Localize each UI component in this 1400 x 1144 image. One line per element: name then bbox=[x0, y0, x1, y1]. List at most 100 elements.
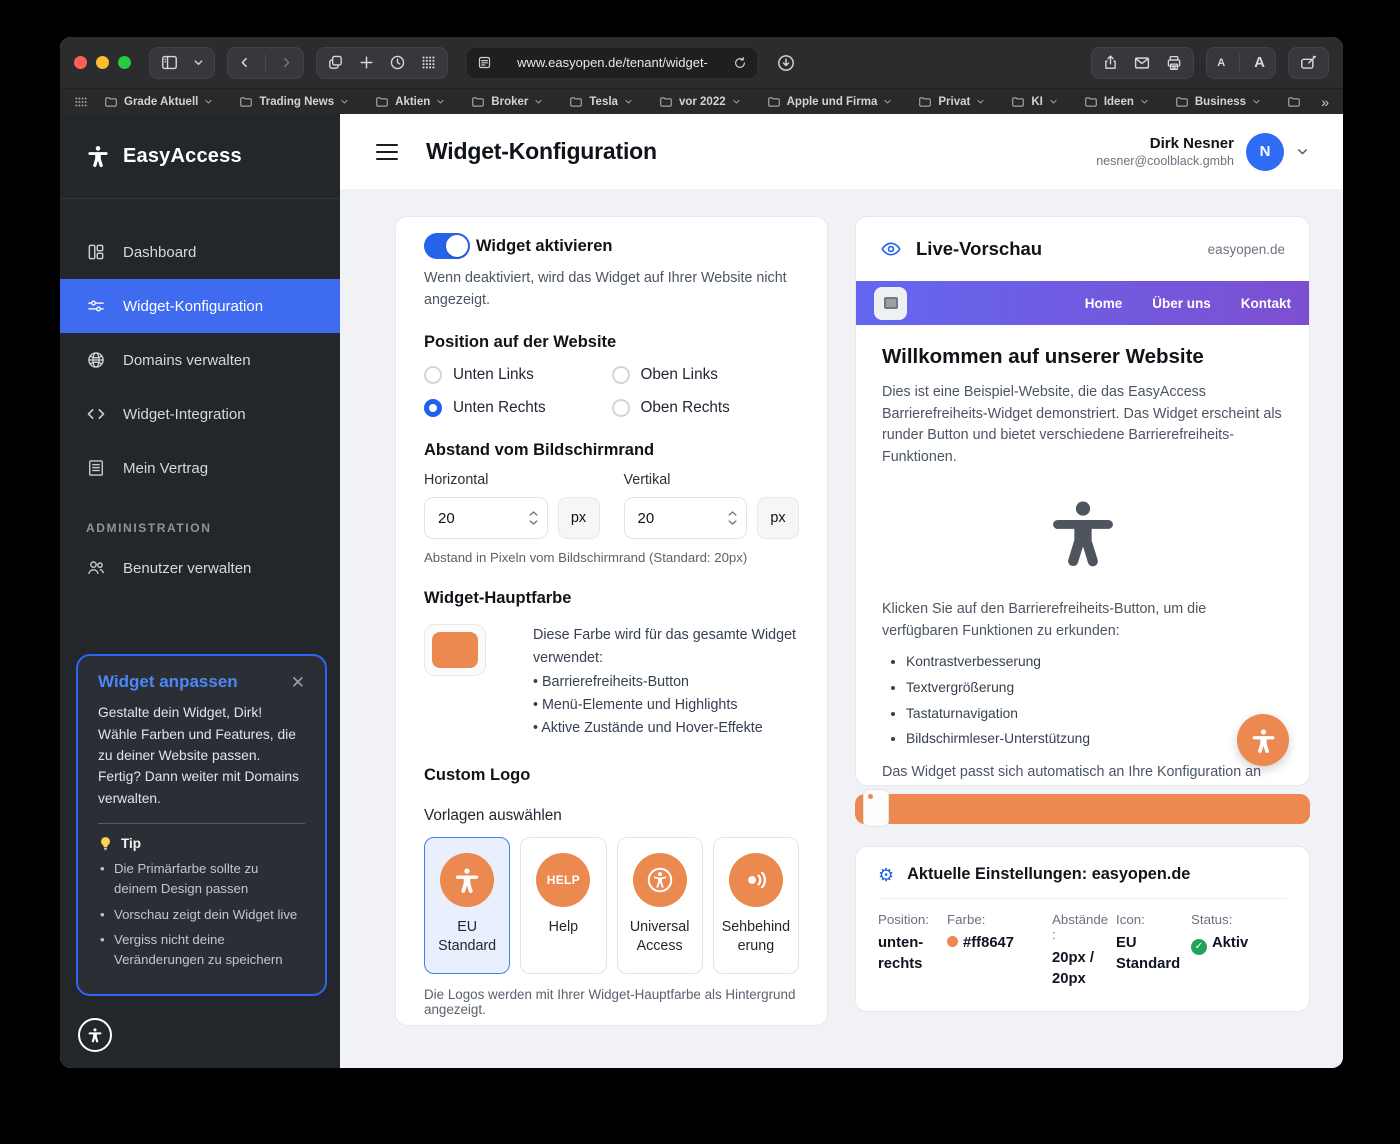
mail-icon[interactable] bbox=[1133, 54, 1151, 72]
print-icon[interactable] bbox=[1165, 54, 1183, 72]
brand: EasyAccess bbox=[60, 114, 340, 199]
sidebar-item-benutzer-verwalten[interactable]: Benutzer verwalten bbox=[60, 541, 340, 595]
share-tools-group bbox=[1091, 47, 1194, 79]
tip-item: Vorschau zeigt dein Widget live bbox=[98, 905, 305, 925]
template-sehbehinderung[interactable]: Sehbehinderung bbox=[713, 837, 799, 974]
user-name: Dirk Nesner bbox=[1096, 135, 1234, 152]
preview-accessibility-button[interactable] bbox=[1237, 714, 1289, 766]
widget-anpassen-popup: Widget anpassen ✕ Gestalte dein Widget, … bbox=[76, 654, 327, 996]
tip-item: Die Primärfarbe sollte zu deinem Design … bbox=[98, 859, 305, 899]
hamburger-menu-icon[interactable] bbox=[376, 144, 398, 160]
distance-section-title: Abstand vom Bildschirmrand bbox=[424, 441, 799, 460]
tab-group-chevron-icon[interactable] bbox=[193, 57, 204, 68]
bookmark-item[interactable]: Ideen bbox=[1084, 95, 1149, 109]
sidebar-item-widget-konfiguration[interactable]: Widget-Konfiguration bbox=[60, 279, 340, 333]
address-bar[interactable]: www.easyopen.de/tenant/widget- bbox=[466, 47, 758, 79]
logo-help: Die Logos werden mit Ihrer Widget-Hauptf… bbox=[424, 987, 799, 1017]
code-icon bbox=[86, 404, 106, 424]
copy-tabs-icon[interactable] bbox=[327, 54, 344, 71]
preview-feature-item: Tastaturnavigation bbox=[906, 704, 1283, 725]
template-eu-standard[interactable]: EU Standard bbox=[424, 837, 510, 974]
history-clock-icon[interactable] bbox=[389, 54, 406, 71]
bookmarks-grid-icon[interactable] bbox=[74, 96, 88, 108]
popup-title: Widget anpassen bbox=[98, 672, 238, 692]
increase-text-icon[interactable]: A bbox=[1254, 54, 1265, 71]
downloads-icon[interactable] bbox=[770, 47, 802, 79]
preview-nav-link[interactable]: Kontakt bbox=[1241, 296, 1291, 311]
contract-document-icon bbox=[86, 458, 106, 478]
stat-abstaende: Abstände: 20px / 20px bbox=[1052, 912, 1116, 991]
position-section-title: Position auf der Website bbox=[424, 333, 799, 352]
forward-icon[interactable] bbox=[280, 55, 293, 70]
sidebar-item-domains-verwalten[interactable]: Domains verwalten bbox=[60, 333, 340, 387]
template-universal-access[interactable]: Universal Access bbox=[617, 837, 703, 974]
bookmark-item[interactable]: Trading News bbox=[239, 95, 349, 109]
accessibility-widget-button[interactable] bbox=[78, 1018, 112, 1052]
vertical-unit: px bbox=[757, 497, 799, 539]
close-icon[interactable]: ✕ bbox=[291, 674, 305, 691]
bookmark-item[interactable]: Apple und Firma bbox=[767, 95, 893, 109]
bookmark-item[interactable]: Grade Aktuell bbox=[104, 95, 213, 109]
preview-site-body: Willkommen auf unserer Website Dies ist … bbox=[856, 325, 1309, 785]
sidebar-item-mein-vertrag[interactable]: Mein Vertrag bbox=[60, 441, 340, 495]
url-text[interactable]: www.easyopen.de/tenant/widget- bbox=[492, 55, 733, 70]
bookmark-item[interactable]: Business bbox=[1175, 95, 1261, 109]
minimize-window-button[interactable] bbox=[96, 56, 109, 69]
reload-icon[interactable] bbox=[733, 56, 747, 70]
settings-title: Aktuelle Einstellungen: easyopen.de bbox=[907, 865, 1190, 884]
browser-sidebar-icon[interactable] bbox=[160, 53, 179, 72]
color-section-title: Widget-Hauptfarbe bbox=[424, 589, 799, 608]
preview-title: Live-Vorschau bbox=[916, 238, 1042, 260]
back-icon[interactable] bbox=[238, 55, 251, 70]
popup-body: Gestalte dein Widget, Dirk! Wähle Farben… bbox=[98, 702, 305, 809]
bookmarks-overflow-chevrons[interactable]: » bbox=[1321, 94, 1329, 110]
sidebar-item-dashboard[interactable]: Dashboard bbox=[60, 225, 340, 279]
accessibility-person-icon bbox=[87, 1027, 103, 1043]
bookmark-item[interactable]: Aktien bbox=[375, 95, 445, 109]
decrease-text-icon[interactable]: A bbox=[1217, 57, 1225, 69]
reader-view-icon[interactable] bbox=[477, 55, 492, 70]
share-icon[interactable] bbox=[1102, 54, 1119, 71]
template-help[interactable]: HELP Help bbox=[520, 837, 606, 974]
radio-unten-rechts[interactable]: Unten Rechts bbox=[424, 399, 612, 417]
stepper-arrows-icon[interactable] bbox=[728, 511, 737, 526]
bookmark-item[interactable]: KI bbox=[1011, 95, 1058, 109]
bookmark-item[interactable]: Privat bbox=[918, 95, 985, 109]
stepper-arrows-icon[interactable] bbox=[529, 511, 538, 526]
compose-icon[interactable] bbox=[1299, 53, 1318, 72]
zoom-window-button[interactable] bbox=[118, 56, 131, 69]
user-menu[interactable]: Dirk Nesner nesner@coolblack.gmbh N bbox=[1096, 133, 1309, 171]
chevron-down-icon[interactable] bbox=[1296, 145, 1309, 158]
sidebar-item-widget-integration[interactable]: Widget-Integration bbox=[60, 387, 340, 441]
bookmark-item[interactable]: vor 2022 bbox=[659, 95, 741, 109]
preview-feature-item: Textvergrößerung bbox=[906, 678, 1283, 699]
globe-icon bbox=[86, 350, 106, 370]
toggle-description: Wenn deaktiviert, wird das Widget auf Ih… bbox=[424, 267, 794, 311]
universal-access-icon bbox=[645, 865, 675, 895]
color-point: • Aktive Zustände und Hover-Effekte bbox=[533, 717, 799, 740]
bookmark-item[interactable]: Broker bbox=[471, 95, 543, 109]
preview-site-cta: Klicken Sie auf den Barrierefreiheits-Bu… bbox=[882, 599, 1283, 642]
close-window-button[interactable] bbox=[74, 56, 87, 69]
color-picker[interactable] bbox=[424, 624, 486, 676]
preview-site-logo bbox=[874, 287, 907, 320]
avatar[interactable]: N bbox=[1246, 133, 1284, 171]
app-header: Widget-Konfiguration Dirk Nesner nesner@… bbox=[340, 114, 1343, 189]
toggle-label: Widget aktivieren bbox=[476, 237, 612, 256]
new-tab-icon[interactable] bbox=[358, 54, 375, 71]
check-circle-icon: ✓ bbox=[1191, 939, 1207, 955]
radio-oben-links[interactable]: Oben Links bbox=[612, 366, 800, 384]
bookmark-item[interactable]: 3D Drucker bbox=[1287, 95, 1307, 109]
preview-nav-link[interactable]: Home bbox=[1085, 296, 1123, 311]
tip-list: Die Primärfarbe sollte zu deinem Design … bbox=[98, 859, 305, 970]
bookmark-list: Grade Aktuell Trading News Aktien bbox=[104, 95, 1307, 109]
radio-unten-links[interactable]: Unten Links bbox=[424, 366, 612, 384]
sidebar: EasyAccess Dashboard Widget-Konfiguratio… bbox=[60, 114, 340, 1068]
preview-feature-item: Kontrastverbesserung bbox=[906, 652, 1283, 673]
widget-active-toggle[interactable] bbox=[424, 233, 470, 259]
tab-overview-grid-icon[interactable] bbox=[420, 54, 437, 71]
preview-nav-link[interactable]: Über uns bbox=[1152, 296, 1211, 311]
bookmark-item[interactable]: Tesla bbox=[569, 95, 633, 109]
radio-oben-rechts[interactable]: Oben Rechts bbox=[612, 399, 800, 417]
lightbulb-icon bbox=[98, 836, 113, 851]
